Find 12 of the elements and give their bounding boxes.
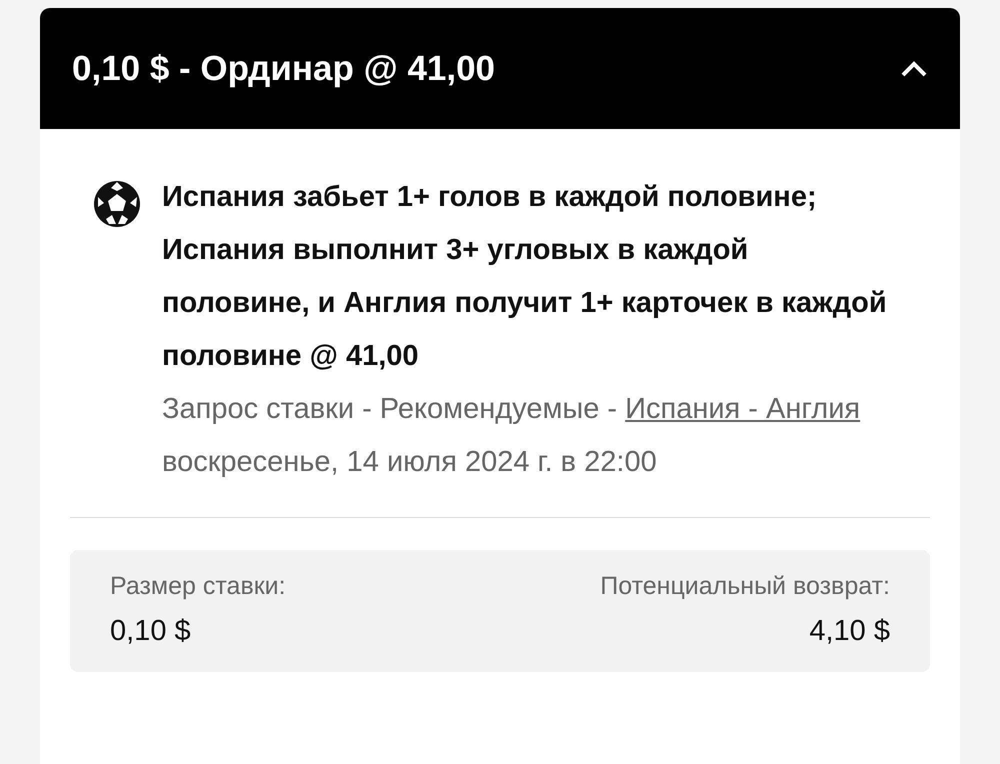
market-text: Запрос ставки - Рекомендуемые - Испания - Англия xyxy=(162,392,862,427)
selection-title: Испания забьет 1+ голов в каждой половине; Испания выполнит 3+ угловых в каждой половине, и Англия получит 1+ карточек в каждой половине @ 41,00 xyxy=(162,180,888,374)
event-date: воскресенье, 14 июля 2024 г. в 22:00 xyxy=(162,445,658,480)
soccer-ball-icon xyxy=(92,179,142,229)
summary-label: Потенциальный возврат: xyxy=(600,572,890,601)
summary-label: Размер ставки: xyxy=(110,572,286,601)
summary-value: 0,10 $ xyxy=(110,615,192,648)
event-link[interactable]: Испания - Англия xyxy=(625,393,860,425)
summary-value: 4,10 $ xyxy=(809,615,890,648)
bet-header[interactable]: 0,10 $ - Ординар @ 41,00 xyxy=(40,8,960,129)
chevron-icon[interactable] xyxy=(900,58,928,78)
bet-header-title: 0,10 $ - Ординар @ 41,00 xyxy=(72,48,496,88)
